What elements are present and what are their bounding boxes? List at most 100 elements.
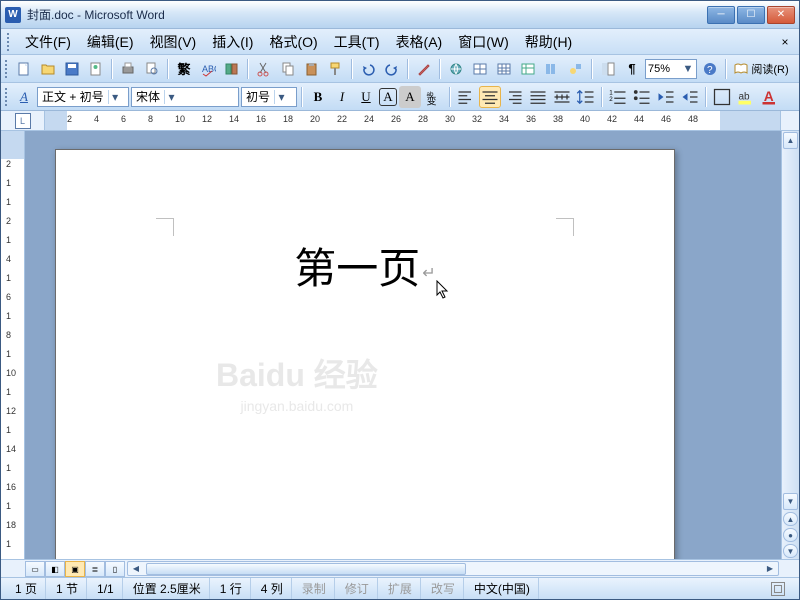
close-button[interactable]: ✕ <box>767 6 795 24</box>
font-color-button[interactable]: A <box>759 86 781 108</box>
styles-pane-button[interactable]: A <box>13 86 35 108</box>
show-marks-button[interactable]: ¶ <box>621 58 643 80</box>
document-canvas[interactable]: 第一页↵ Baidu 经验 jingyan.baidu.com <box>25 131 781 559</box>
toolbar-grip[interactable] <box>5 60 11 78</box>
align-center-button[interactable] <box>479 86 501 108</box>
minimize-button[interactable]: ─ <box>707 6 735 24</box>
undo-button[interactable] <box>357 58 379 80</box>
font-size-combo[interactable]: 初号 ▾ <box>241 87 297 107</box>
status-revision[interactable]: 修订 <box>337 578 378 599</box>
increase-indent-button[interactable] <box>679 86 701 108</box>
normal-view-button[interactable]: ▭ <box>25 561 45 577</box>
simplified-traditional-button[interactable]: 繁 <box>173 58 195 80</box>
paste-button[interactable] <box>301 58 323 80</box>
align-distributed-button[interactable] <box>551 86 573 108</box>
ink-button[interactable] <box>413 58 435 80</box>
outline-view-button[interactable]: ≣ <box>85 561 105 577</box>
new-button[interactable] <box>13 58 35 80</box>
menubar-grip[interactable] <box>7 33 13 51</box>
maximize-button[interactable]: ☐ <box>737 6 765 24</box>
select-browse-object[interactable]: ● <box>783 528 798 542</box>
research-button[interactable] <box>221 58 243 80</box>
cut-button[interactable] <box>253 58 275 80</box>
spelling-button[interactable]: ABC <box>197 58 219 80</box>
status-pages[interactable]: 1/1 <box>89 578 123 599</box>
vertical-scrollbar[interactable]: ▲ ▼ ▲ ● ▼ <box>781 131 799 559</box>
print-layout-view-button[interactable]: ▣ <box>65 561 85 577</box>
align-justify-button[interactable] <box>527 86 549 108</box>
menu-table[interactable]: 表格(A) <box>388 29 451 55</box>
read-mode-button[interactable]: 阅读(R) <box>731 58 791 80</box>
hyperlink-button[interactable] <box>445 58 467 80</box>
browse-object-up[interactable]: ▲ <box>783 512 798 526</box>
zoom-dropdown-icon[interactable]: ▼ <box>682 63 694 75</box>
help-button[interactable]: ? <box>699 58 721 80</box>
line-spacing-button[interactable] <box>575 86 597 108</box>
scroll-up-button[interactable]: ▲ <box>783 132 798 149</box>
char-border-button[interactable]: A <box>379 88 397 106</box>
style-dropdown-icon[interactable]: ▾ <box>108 90 122 104</box>
redo-button[interactable] <box>381 58 403 80</box>
status-language[interactable]: 中文(中国) <box>466 578 539 599</box>
decrease-indent-button[interactable] <box>655 86 677 108</box>
columns-button[interactable] <box>541 58 563 80</box>
copy-button[interactable] <box>277 58 299 80</box>
status-position[interactable]: 位置 2.5厘米 <box>125 578 210 599</box>
status-column[interactable]: 4 列 <box>253 578 292 599</box>
scroll-left-button[interactable]: ◀ <box>128 562 144 576</box>
menu-window[interactable]: 窗口(W) <box>450 29 517 55</box>
insert-spreadsheet-button[interactable] <box>517 58 539 80</box>
page[interactable]: 第一页↵ Baidu 经验 jingyan.baidu.com <box>55 149 675 559</box>
print-button[interactable] <box>117 58 139 80</box>
status-overwrite[interactable]: 改写 <box>423 578 464 599</box>
menu-insert[interactable]: 插入(I) <box>204 29 261 55</box>
status-record[interactable]: 录制 <box>294 578 335 599</box>
status-section[interactable]: 1 节 <box>48 578 87 599</box>
menu-format[interactable]: 格式(O) <box>261 29 325 55</box>
menu-tools[interactable]: 工具(T) <box>326 29 388 55</box>
menu-file[interactable]: 文件(F) <box>17 29 79 55</box>
underline-button[interactable]: U <box>355 86 377 108</box>
format-painter-button[interactable] <box>325 58 347 80</box>
permission-button[interactable] <box>85 58 107 80</box>
font-size-dropdown-icon[interactable]: ▾ <box>274 90 288 104</box>
scroll-down-button[interactable]: ▼ <box>783 493 798 510</box>
menubar-close-doc[interactable]: × <box>777 34 793 50</box>
tab-selector[interactable]: L <box>1 111 45 131</box>
style-combo[interactable]: 正文 + 初号 ▾ <box>37 87 129 107</box>
horizontal-scrollbar[interactable]: ◀ ▶ <box>127 561 779 576</box>
zoom-input[interactable] <box>648 63 682 75</box>
status-line[interactable]: 1 行 <box>212 578 251 599</box>
bold-button[interactable]: B <box>307 86 329 108</box>
fmt-toolbar-grip[interactable] <box>5 88 11 106</box>
status-page[interactable]: 1 页 <box>7 578 46 599</box>
tables-borders-button[interactable] <box>469 58 491 80</box>
bullets-button[interactable] <box>631 86 653 108</box>
font-combo[interactable]: 宋体 ▾ <box>131 87 239 107</box>
insert-table-button[interactable] <box>493 58 515 80</box>
browse-object-down[interactable]: ▼ <box>783 544 798 558</box>
align-left-button[interactable] <box>455 86 477 108</box>
highlight-button[interactable]: ab <box>735 86 757 108</box>
status-spelling-icon[interactable] <box>771 582 785 596</box>
horizontal-ruler[interactable]: 2468101214161820222426283032343638404244… <box>45 111 781 130</box>
font-dropdown-icon[interactable]: ▾ <box>164 90 178 104</box>
vertical-ruler[interactable]: 2112141618110112114116118120 <box>1 131 25 559</box>
zoom-combo[interactable]: ▼ <box>645 59 697 79</box>
doc-map-button[interactable] <box>597 58 619 80</box>
phonetic-button[interactable]: ab变 <box>423 86 445 108</box>
save-button[interactable] <box>61 58 83 80</box>
print-preview-button[interactable] <box>141 58 163 80</box>
menu-view[interactable]: 视图(V) <box>142 29 205 55</box>
reading-view-button[interactable]: ▯ <box>105 561 125 577</box>
status-extend[interactable]: 扩展 <box>380 578 421 599</box>
open-button[interactable] <box>37 58 59 80</box>
vscroll-track[interactable] <box>782 150 799 492</box>
hscroll-thumb[interactable] <box>146 563 466 575</box>
document-text[interactable]: 第一页 <box>294 245 420 292</box>
align-right-button[interactable] <box>503 86 525 108</box>
drawing-button[interactable] <box>565 58 587 80</box>
italic-button[interactable]: I <box>331 86 353 108</box>
document-content[interactable]: 第一页↵ <box>56 235 674 296</box>
scroll-right-button[interactable]: ▶ <box>762 562 778 576</box>
